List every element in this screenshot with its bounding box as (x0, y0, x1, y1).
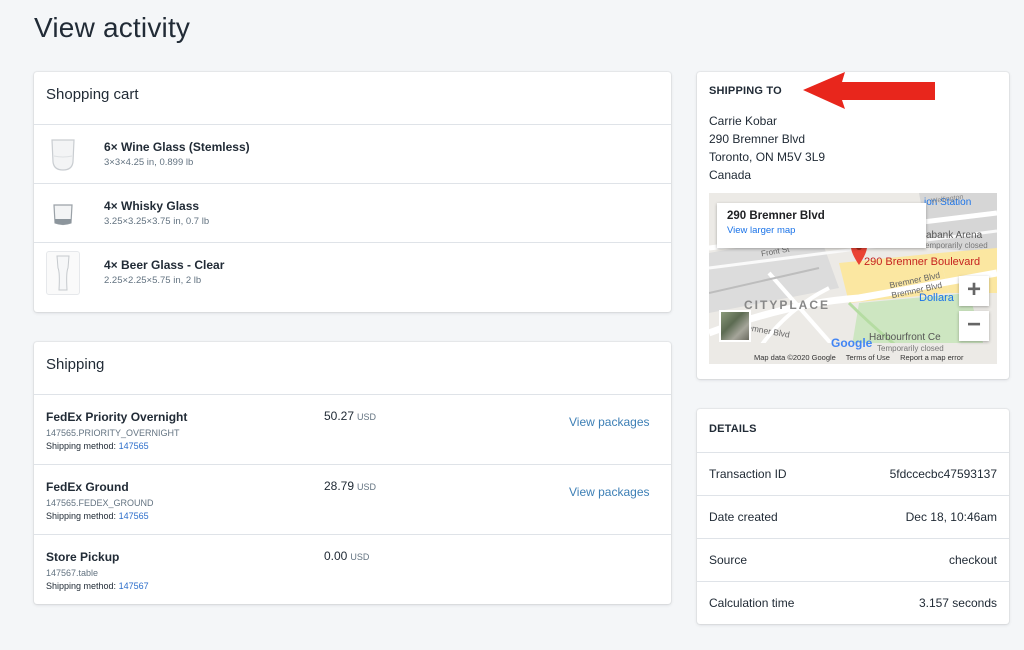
beer-glass-icon (46, 251, 80, 295)
address-country: Canada (709, 168, 752, 182)
shipping-method-label: Shipping method: (46, 581, 117, 591)
details-label: Date created (709, 510, 778, 524)
shipping-price-value: 28.79 (324, 479, 355, 493)
shipping-currency: USD (357, 412, 377, 422)
shipping-name: FedEx Ground (46, 480, 129, 494)
shipping-currency: USD (357, 482, 377, 492)
terms-of-use-link[interactable]: Terms of Use (846, 353, 890, 362)
map-label-cityplace: CITYPLACE (744, 298, 831, 312)
shipping-row: Store Pickup 147567.table Shipping metho… (34, 535, 671, 604)
map-label-arena-status: emporarily closed (925, 241, 988, 250)
details-header: DETAILS (709, 423, 757, 435)
view-larger-map-link[interactable]: View larger map (727, 225, 916, 236)
shipping-currency: USD (350, 552, 370, 562)
shipping-method-label: Shipping method: (46, 511, 117, 521)
shipping-to-header: SHIPPING TO (709, 85, 782, 97)
report-map-error-link[interactable]: Report a map error (900, 353, 963, 362)
details-label: Source (709, 553, 748, 567)
cart-item: 4× Whisky Glass 3.25×3.25×3.75 in, 0.7 l… (34, 184, 671, 243)
map-pin-label: 290 Bremner Boulevard (864, 256, 981, 268)
shipping-method: Shipping method: 147565 (46, 511, 149, 521)
shipping-method-link[interactable]: 147567 (119, 581, 149, 591)
cart-item-dims: 3.25×3.25×3.75 in, 0.7 lb (104, 216, 210, 227)
shipping-row: FedEx Ground 147565.FEDEX_GROUND Shippin… (34, 465, 671, 535)
map-label-dollara: Dollara (919, 292, 954, 304)
shipping-method: Shipping method: 147565 (46, 441, 149, 451)
view-packages-link[interactable]: View packages (569, 485, 650, 499)
cart-item-dims: 2.25×2.25×5.75 in, 2 lb (104, 275, 202, 286)
whisky-glass-icon (46, 192, 80, 236)
details-value: checkout (948, 553, 997, 567)
details-row: Source checkout (697, 539, 1009, 582)
shipping-price: 0.00 USD (324, 549, 369, 563)
cart-item: 6× Wine Glass (Stemless) 3×3×4.25 in, 0.… (34, 125, 671, 184)
shipping-code: 147567.table (46, 568, 99, 578)
shipping-card: Shipping FedEx Priority Overnight 147565… (34, 342, 671, 604)
shipping-price: 28.79 USD (324, 479, 376, 493)
address-city: Toronto, ON M5V 3L9 (709, 150, 826, 164)
shipping-method-link[interactable]: 147565 (119, 441, 149, 451)
shipping-price-value: 0.00 (324, 549, 348, 563)
shipping-name: Store Pickup (46, 550, 120, 564)
zoom-in-button[interactable]: + (959, 276, 989, 306)
details-header-row: DETAILS (697, 409, 1009, 453)
cart-item-name: 4× Beer Glass - Clear (104, 258, 225, 272)
shipping-address: Carrie Kobar 290 Bremner Blvd Toronto, O… (709, 112, 825, 184)
wine-glass-icon (46, 133, 80, 177)
google-logo-text: Google (831, 336, 873, 350)
map-label-harbourfront: Harbourfront Ce (869, 332, 941, 343)
address-name: Carrie Kobar (709, 114, 778, 128)
shipping-to-card: SHIPPING TO Carrie Kobar 290 Bremner Blv… (697, 72, 1009, 379)
google-logo: Google (831, 336, 872, 350)
map-label-harbourfront-status: Temporarily closed (877, 344, 944, 353)
cart-item-name: 6× Wine Glass (Stemless) (104, 140, 250, 154)
shipping-method: Shipping method: 147567 (46, 581, 149, 591)
shipping-method-link[interactable]: 147565 (119, 511, 149, 521)
shipping-header: Shipping (34, 342, 671, 395)
map-footer: Map data ©2020 Google Terms of Use Repor… (754, 353, 971, 362)
shopping-cart-card: Shopping cart 6× Wine Glass (Stemless) 3… (34, 72, 671, 312)
details-row: Date created Dec 18, 10:46am (697, 496, 1009, 539)
page-title: View activity (34, 12, 191, 43)
shopping-cart-header: Shopping cart (34, 72, 671, 125)
details-value: Dec 18, 10:46am (905, 510, 997, 524)
map-popup-title: 290 Bremner Blvd (727, 210, 825, 222)
shipping-name: FedEx Priority Overnight (46, 410, 188, 424)
zoom-out-button[interactable]: − (959, 311, 989, 341)
shipping-code: 147565.FEDEX_GROUND (46, 498, 154, 508)
map-label-arena: tiabank Arena (921, 230, 983, 241)
details-value: 3.157 seconds (918, 596, 997, 610)
shipping-row: FedEx Priority Overnight 147565.PRIORITY… (34, 395, 671, 465)
details-row: Calculation time 3.157 seconds (697, 582, 1009, 624)
map-popup: 290 Bremner Blvd View larger map (717, 203, 926, 248)
shipping-price-value: 50.27 (324, 409, 355, 423)
address-street: 290 Bremner Blvd (709, 132, 806, 146)
view-packages-link[interactable]: View packages (569, 415, 650, 429)
cart-item-name: 4× Whisky Glass (104, 199, 200, 213)
map-data-credit: Map data ©2020 Google (754, 353, 836, 362)
red-arrow-annotation (803, 72, 935, 109)
details-value: 5fdccecbc47593137 (889, 467, 997, 481)
cart-item: 4× Beer Glass - Clear 2.25×2.25×5.75 in,… (34, 243, 671, 302)
details-label: Transaction ID (709, 467, 787, 481)
shipping-method-label: Shipping method: (46, 441, 117, 451)
details-card: DETAILS Transaction ID 5fdccecbc47593137… (697, 409, 1009, 624)
cart-item-dims: 3×3×4.25 in, 0.899 lb (104, 157, 194, 168)
street-view-thumbnail[interactable] (719, 310, 751, 342)
details-label: Calculation time (709, 596, 795, 610)
shipping-code: 147565.PRIORITY_OVERNIGHT (46, 428, 180, 438)
shipping-price: 50.27 USD (324, 409, 376, 423)
map-view[interactable]: ion Station tiabank Arena emporarily clo… (709, 193, 997, 364)
details-row: Transaction ID 5fdccecbc47593137 (697, 453, 1009, 496)
